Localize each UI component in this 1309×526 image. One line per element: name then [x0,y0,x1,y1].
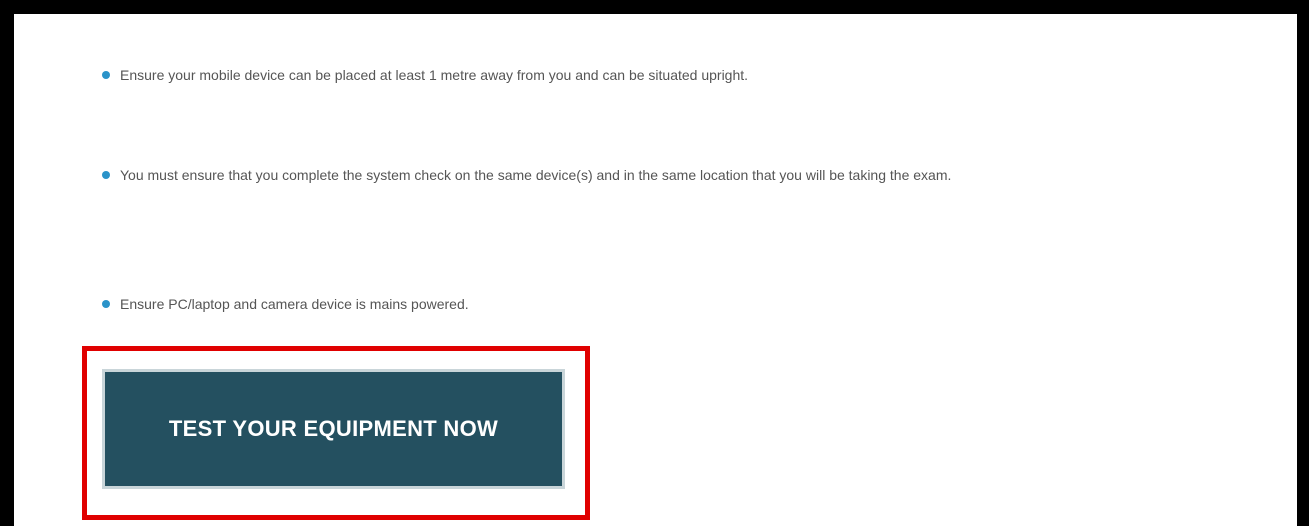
test-equipment-button-label: TEST YOUR EQUIPMENT NOW [168,416,499,441]
bullet-icon [102,171,110,180]
list-item: Ensure your mobile device can be placed … [102,56,1292,94]
content-frame: Ensure your mobile device can be placed … [14,14,1297,526]
list-item-text: You must ensure that you complete the sy… [120,167,952,183]
bullet-icon [102,71,110,80]
list-item: Ensure PC/laptop and camera device is ma… [102,285,1292,323]
list-item-text: Ensure your mobile device can be placed … [120,67,749,83]
list-item-text: Ensure PC/laptop and camera device is ma… [120,296,469,312]
bullet-icon [102,300,110,309]
list-item: You must ensure that you complete the sy… [102,156,1292,194]
test-equipment-button[interactable]: TEST YOUR EQUIPMENT NOW [102,369,565,489]
